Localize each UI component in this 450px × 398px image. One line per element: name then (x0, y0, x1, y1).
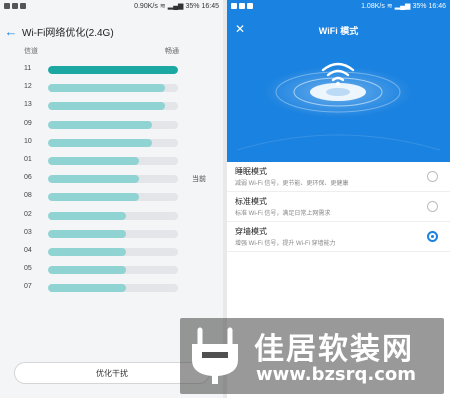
status-bar: 0.90K/s ≋ ▂▄▆ 35% 16:45 (0, 0, 223, 12)
channel-row: 10 (0, 136, 223, 150)
channel-quality-fill (48, 102, 165, 111)
watermark-url: www.bzsrq.com (256, 364, 417, 385)
cell-signal-icon: ▂▄▆ (167, 3, 184, 10)
wifi-icon (236, 62, 441, 151)
status-bar: 1.08K/s ≋ ▂▄▆ 35% 16:46 (227, 0, 450, 12)
channel-number: 11 (24, 65, 32, 72)
channel-number: 13 (24, 101, 32, 109)
channel-quality-fill (48, 66, 178, 74)
mode-description: 增强 Wi-Fi 信号，提升 Wi-Fi 穿墙能力 (235, 241, 336, 247)
channel-quality-bar (48, 193, 178, 202)
channel-quality-bar (48, 102, 178, 111)
channel-row: 09 (0, 118, 223, 132)
image-icon (247, 3, 253, 9)
app-notification-icon (4, 3, 10, 9)
channel-quality-fill (48, 138, 152, 147)
channel-quality-fill (48, 284, 126, 293)
channel-row: 03 (0, 227, 223, 241)
channel-quality-fill (48, 211, 126, 220)
mode-radio[interactable] (427, 171, 438, 182)
channel-quality-bar (48, 120, 178, 129)
channel-number: 08 (24, 192, 32, 200)
mode-name: 穿墙模式 (235, 227, 267, 236)
clock: 16:45 (201, 2, 219, 10)
channel-row: 02 (0, 209, 223, 223)
channel-quality-fill (48, 120, 152, 129)
channel-quality-bar (48, 66, 178, 74)
mode-radio[interactable] (427, 231, 438, 242)
mode-radio[interactable] (427, 201, 438, 212)
plug-logo-icon (192, 327, 238, 384)
channel-quality-fill (48, 84, 165, 93)
channel-quality-bar (48, 138, 178, 147)
channel-number: 06 (24, 174, 32, 182)
channel-quality-fill (48, 229, 126, 238)
channel-row: 06 当前 (0, 172, 223, 186)
channel-quality-fill (48, 157, 139, 165)
header: ← Wi-Fi网络优化(2.4G) (0, 20, 223, 42)
mode-name: 标准模式 (235, 197, 267, 206)
watermark: 佳居软装网 www.bzsrq.com (180, 318, 444, 394)
channel-quality-fill (48, 266, 126, 275)
channel-quality-fill (48, 193, 139, 202)
page-title: WiFi 模式 (318, 26, 359, 36)
column-quality: 畅通 (165, 48, 179, 55)
channel-number: 07 (24, 283, 32, 291)
channel-quality-fill (48, 248, 126, 256)
mode-option[interactable]: 穿墙模式增强 Wi-Fi 信号，提升 Wi-Fi 穿墙能力 (227, 222, 450, 252)
watermark-title: 佳居软装网 (254, 333, 414, 366)
hero-banner: ✕ WiFi 模式 (227, 12, 450, 162)
mode-option[interactable]: 标准模式标准 Wi-Fi 信号，满足日常上网需求 (227, 192, 450, 222)
channel-quality-bar (48, 211, 178, 220)
channel-row: 13 (0, 99, 223, 113)
channel-row: 04 (0, 245, 223, 259)
channel-number: 03 (24, 228, 32, 236)
channel-row: 05 (0, 263, 223, 277)
channel-row: 12 (0, 81, 223, 95)
channel-quality-bar (48, 84, 178, 93)
network-speed: 1.08K/s (361, 2, 385, 10)
channel-quality-bar (48, 175, 178, 184)
battery-level: 35% (185, 2, 200, 10)
wifi-signal-icon: ≋ (159, 3, 166, 10)
mode-description: 标准 Wi-Fi 信号，满足日常上网需求 (235, 211, 331, 217)
network-speed: 0.90K/s (134, 2, 158, 10)
channel-number: 04 (24, 247, 32, 254)
channel-number: 09 (24, 119, 32, 127)
channel-row: 07 (0, 281, 223, 295)
channel-row: 08 (0, 190, 223, 204)
image-icon (20, 3, 26, 9)
channel-number: 02 (24, 210, 32, 218)
arrow-left-icon[interactable]: ← (0, 24, 22, 39)
channel-row: 01 (0, 154, 223, 168)
channel-quality-bar (48, 284, 178, 293)
cell-signal-icon: ▂▄▆ (394, 3, 411, 10)
mode-name: 睡眠模式 (235, 167, 267, 176)
battery-level: 35% (412, 2, 427, 10)
page-title: Wi-Fi网络优化(2.4G) (22, 27, 114, 39)
column-headers: 信道 畅通 (24, 46, 179, 56)
wifi-signal-icon: ≋ (386, 3, 393, 10)
channel-quality-bar (48, 266, 178, 275)
channel-number: 10 (24, 137, 32, 145)
channel-row: 11 (0, 63, 223, 77)
mode-option[interactable]: 睡眠模式减弱 Wi-Fi 信号，更节能、更环保、更健康 (227, 162, 450, 192)
channel-quality-bar (48, 157, 178, 165)
mode-description: 减弱 Wi-Fi 信号，更节能、更环保、更健康 (235, 181, 349, 187)
channel-number: 12 (24, 83, 32, 91)
channel-number: 01 (24, 156, 32, 163)
message-icon (12, 3, 18, 9)
clock: 16:46 (428, 2, 446, 10)
channel-quality-bar (48, 229, 178, 238)
channel-number: 05 (24, 265, 32, 273)
column-channel: 信道 (24, 48, 38, 55)
message-icon (239, 3, 245, 9)
channel-quality-bar (48, 248, 178, 256)
channel-quality-fill (48, 175, 139, 184)
current-channel-label: 当前 (192, 176, 206, 184)
app-notification-icon (231, 3, 237, 9)
